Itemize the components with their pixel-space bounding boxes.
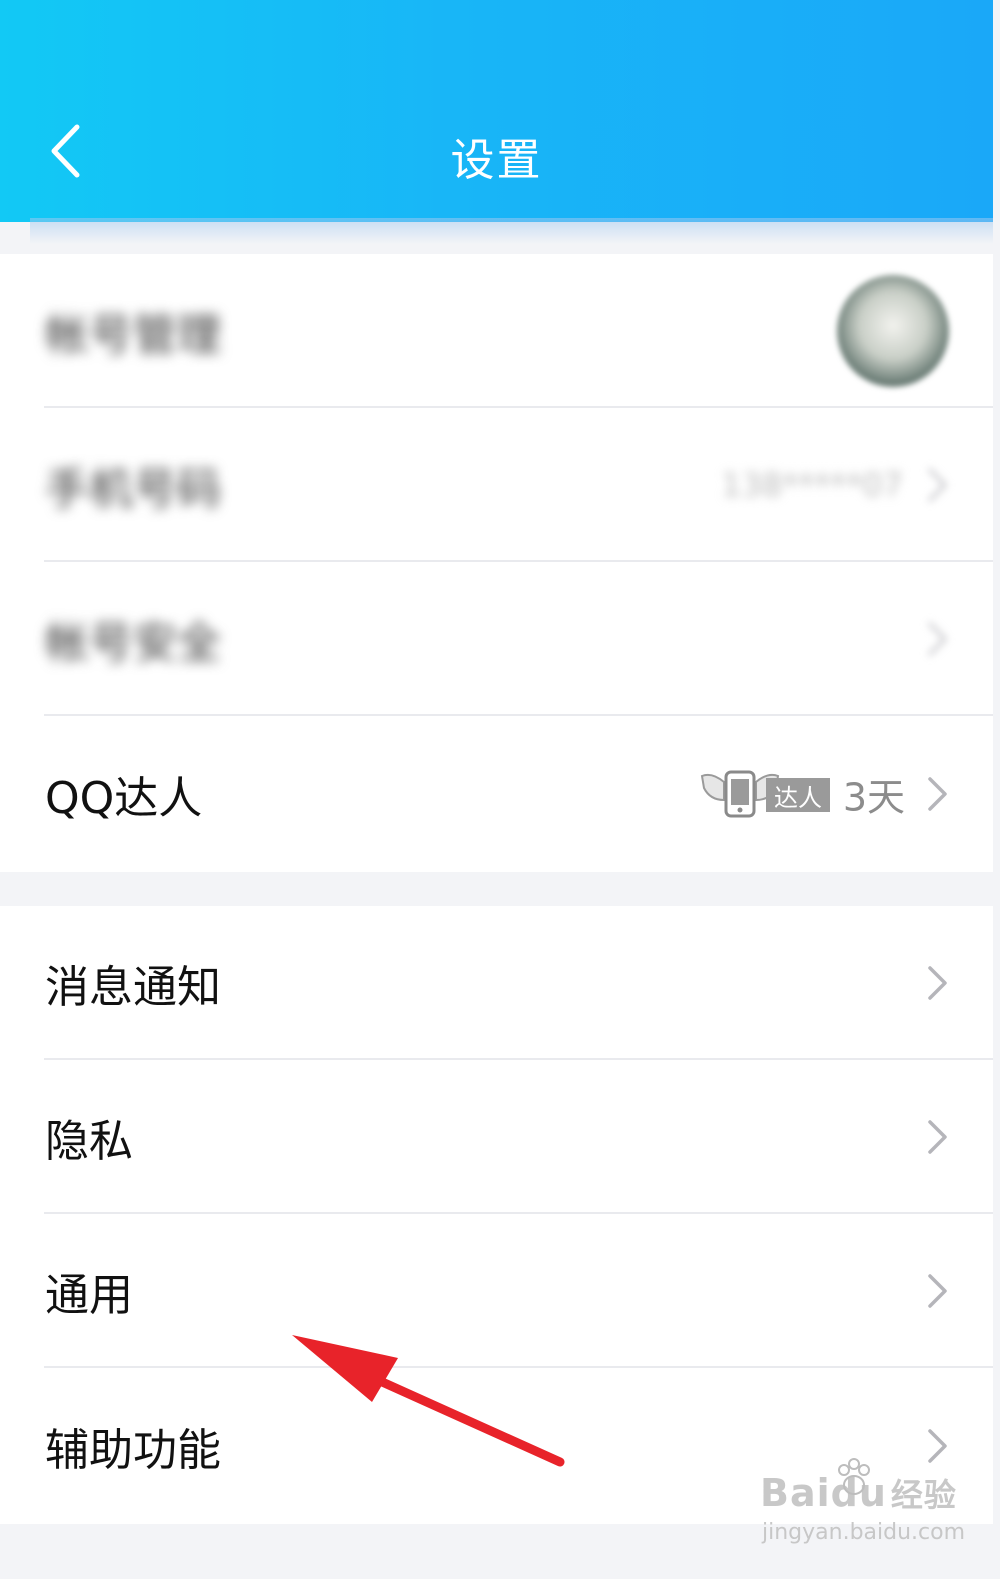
row-label: 手机号码	[45, 464, 221, 515]
paw-icon	[838, 1458, 870, 1495]
row-account-management[interactable]: 帐号管理	[0, 254, 993, 408]
row-general[interactable]: 通用	[0, 1214, 993, 1368]
row-label: 消息通知	[45, 962, 221, 1013]
chevron-right-icon	[928, 777, 947, 811]
row-phone-number[interactable]: 手机号码 138*****07	[0, 408, 993, 562]
badge-label: 达人	[766, 778, 830, 812]
row-label: 帐号安全	[45, 618, 221, 669]
chevron-right-icon	[928, 1274, 947, 1308]
phone-value: 138*****07	[721, 466, 903, 504]
account-settings-group: 帐号管理 手机号码 138*****07 帐号安全 QQ达人 达人 3天	[0, 254, 993, 872]
row-qq-master[interactable]: QQ达人 达人 3天	[0, 716, 993, 872]
header-shadow	[30, 218, 993, 244]
row-label: 辅助功能	[45, 1425, 221, 1476]
qq-master-badge: 达人	[700, 766, 832, 822]
page-title: 设置	[450, 135, 543, 186]
row-privacy[interactable]: 隐私	[0, 1060, 993, 1214]
chevron-right-icon	[928, 966, 947, 1000]
avatar	[837, 275, 949, 387]
chevron-right-icon	[928, 622, 947, 656]
chevron-right-icon	[928, 468, 947, 502]
row-account-security[interactable]: 帐号安全	[0, 562, 993, 716]
row-label: 通用	[45, 1270, 133, 1321]
chevron-right-icon	[928, 1120, 947, 1154]
baidu-watermark: Baidu 经验 jingyan.baidu.com	[760, 1458, 965, 1568]
row-message-notification[interactable]: 消息通知	[0, 906, 993, 1060]
watermark-url: jingyan.baidu.com	[762, 1520, 966, 1545]
days-value: 3天	[842, 775, 905, 820]
row-label: 帐号管理	[45, 310, 221, 361]
header-bar: 设置	[0, 0, 993, 222]
row-label: QQ达人	[45, 773, 203, 824]
row-label: 隐私	[45, 1116, 133, 1167]
general-settings-group: 消息通知 隐私 通用 辅助功能	[0, 906, 993, 1524]
